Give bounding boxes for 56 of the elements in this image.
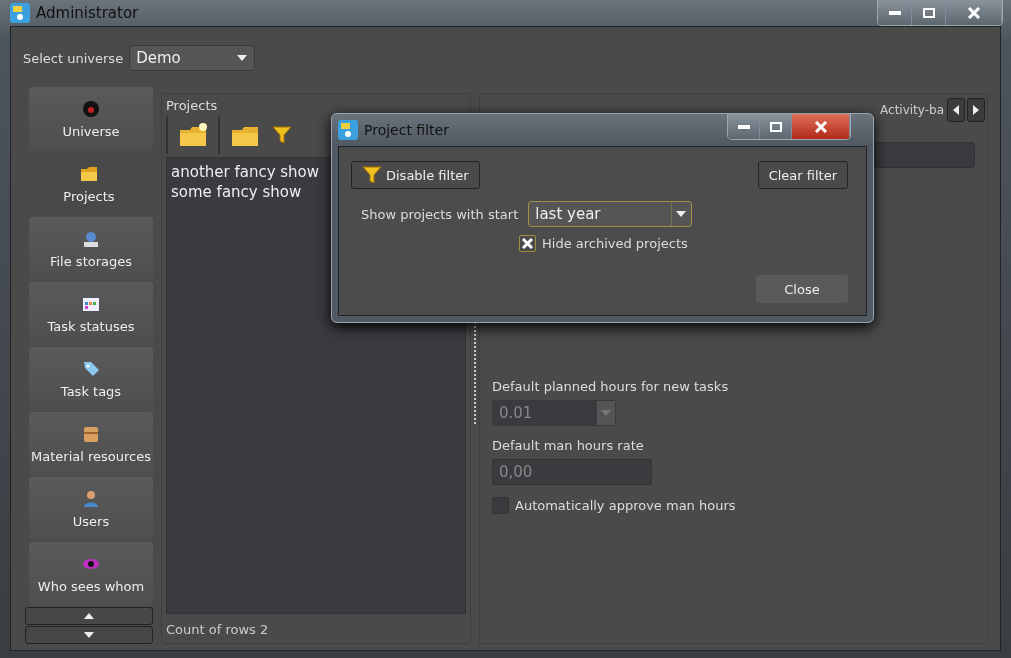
row-count: Count of rows 2 [166,621,270,639]
left-arrow-icon [952,104,960,116]
dialog-title: Project filter [364,122,449,138]
sidebar-item[interactable]: Task statuses [29,282,153,346]
maximize-button[interactable] [912,0,946,25]
app-icon [338,120,358,140]
box-icon [82,424,100,443]
right-arrow-icon [972,104,980,116]
universe-dropdown[interactable]: Demo [129,45,256,71]
minimize-icon [888,10,901,15]
hide-archived-checkbox[interactable] [519,235,536,252]
sidebar-item[interactable]: Material resources [29,412,153,476]
user-icon [82,489,100,508]
minimize-icon [737,124,750,129]
folder-icon [80,164,98,183]
minimize-button[interactable] [728,114,760,139]
tag-icon [82,359,100,378]
ball-icon [82,99,100,118]
clear-filter-button[interactable]: Clear filter [757,161,848,189]
sidebar-item[interactable]: File storages [29,217,153,281]
group-title: Projects [166,98,219,113]
close-icon [813,120,828,133]
close-button[interactable] [946,0,1002,25]
disable-filter-button[interactable]: Disable filter [351,161,480,189]
start-label: Show projects with start [361,206,519,222]
caret-icon [597,401,615,425]
start-dropdown[interactable]: last year [528,201,693,227]
close-icon [966,6,981,19]
new-folder-icon [178,122,208,148]
filter-button[interactable] [270,123,294,147]
hide-archived-label: Hide archived projects [542,236,688,251]
planned-hours-label: Default planned hours for new tasks [492,379,730,394]
app-icon [10,3,30,23]
sidebar-item[interactable]: Who sees whom [29,542,153,606]
rate-label: Default man hours rate [492,438,645,453]
sidebar-item[interactable]: Users [29,477,153,541]
window-title: Administrator [36,4,139,22]
universe-label: Select universe [23,50,124,66]
close-dialog-button[interactable]: Close [756,275,848,303]
tab[interactable]: Activity-ba [879,103,945,117]
funnel-icon [362,165,382,185]
up-arrow-icon [83,612,95,620]
drive-icon [82,229,100,248]
close-button[interactable] [792,114,850,139]
maximize-icon [922,7,935,18]
funnel-icon [272,125,292,145]
down-arrow-icon [83,631,95,639]
tab-left-button[interactable] [947,98,965,122]
maximize-button[interactable] [760,114,792,139]
sidebar-item[interactable]: Universe [29,87,153,151]
check-mark-icon [522,238,533,249]
approve-label: Automatically approve man hours [515,498,736,513]
minimize-button[interactable] [878,0,912,25]
tab-right-button[interactable] [967,98,985,122]
maximize-icon [769,121,782,132]
sidebar-item[interactable]: Task tags [29,347,153,411]
